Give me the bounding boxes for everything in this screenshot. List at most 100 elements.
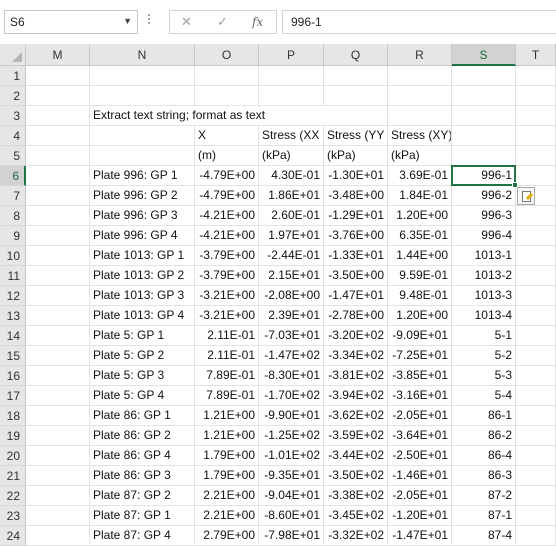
cell[interactable] bbox=[26, 166, 90, 186]
formula-input-value[interactable]: 996-1 bbox=[291, 15, 322, 29]
id-cell[interactable]: 5-2 bbox=[452, 346, 516, 366]
cell[interactable] bbox=[516, 66, 556, 86]
stress-xy-cell[interactable]: 1.84E-01 bbox=[388, 186, 452, 206]
stress-yy-cell[interactable]: -1.33E+01 bbox=[324, 246, 388, 266]
stress-yy-cell[interactable]: -1.30E+01 bbox=[324, 166, 388, 186]
cell[interactable] bbox=[516, 446, 556, 466]
stress-xy-cell[interactable]: 6.35E-01 bbox=[388, 226, 452, 246]
row-header-19[interactable]: 19 bbox=[0, 426, 26, 446]
x-value-cell[interactable]: 2.11E-01 bbox=[195, 326, 259, 346]
row-header-9[interactable]: 9 bbox=[0, 226, 26, 246]
stress-xy-cell[interactable]: 1.44E+00 bbox=[388, 246, 452, 266]
column-header-m[interactable]: M bbox=[26, 44, 90, 66]
plate-label-cell[interactable]: Plate 1013: GP 1 bbox=[90, 246, 195, 266]
stress-xx-cell[interactable]: -1.25E+02 bbox=[259, 426, 324, 446]
cell[interactable] bbox=[26, 266, 90, 286]
stress-xx-cell[interactable]: 1.86E+01 bbox=[259, 186, 324, 206]
row-header-14[interactable]: 14 bbox=[0, 326, 26, 346]
stress-yy-cell[interactable]: -2.78E+00 bbox=[324, 306, 388, 326]
stress-xy-cell[interactable]: -1.20E+01 bbox=[388, 506, 452, 526]
cell[interactable] bbox=[90, 126, 195, 146]
stress-xx-cell[interactable]: 1.97E+01 bbox=[259, 226, 324, 246]
cell[interactable] bbox=[516, 426, 556, 446]
row-header-3[interactable]: 3 bbox=[0, 106, 26, 126]
cell[interactable] bbox=[26, 306, 90, 326]
cell[interactable] bbox=[26, 326, 90, 346]
stress-xy-cell[interactable]: -3.85E+01 bbox=[388, 366, 452, 386]
unit-label-r[interactable]: (kPa) bbox=[388, 146, 452, 166]
plate-label-cell[interactable]: Plate 5: GP 4 bbox=[90, 386, 195, 406]
cell[interactable] bbox=[516, 346, 556, 366]
x-value-cell[interactable]: 2.21E+00 bbox=[195, 486, 259, 506]
cell[interactable] bbox=[516, 206, 556, 226]
id-cell[interactable]: 5-1 bbox=[452, 326, 516, 346]
row-header-6[interactable]: 6 bbox=[0, 166, 26, 186]
id-cell[interactable]: 996-2 bbox=[452, 186, 516, 206]
cell[interactable] bbox=[516, 386, 556, 406]
x-value-cell[interactable]: -4.21E+00 bbox=[195, 226, 259, 246]
x-value-cell[interactable]: -3.21E+00 bbox=[195, 286, 259, 306]
x-value-cell[interactable]: 7.89E-01 bbox=[195, 366, 259, 386]
cell[interactable] bbox=[388, 66, 452, 86]
title-cell[interactable]: Extract text string; format as text bbox=[90, 106, 350, 126]
row-header-2[interactable]: 2 bbox=[0, 86, 26, 106]
cell[interactable] bbox=[26, 346, 90, 366]
cell[interactable] bbox=[516, 86, 556, 106]
plate-label-cell[interactable]: Plate 996: GP 2 bbox=[90, 186, 195, 206]
cell[interactable] bbox=[195, 86, 259, 106]
cell[interactable] bbox=[516, 366, 556, 386]
plate-label-cell[interactable]: Plate 86: GP 1 bbox=[90, 406, 195, 426]
stress-yy-cell[interactable]: -3.94E+02 bbox=[324, 386, 388, 406]
cell[interactable] bbox=[90, 86, 195, 106]
x-value-cell[interactable]: 2.11E-01 bbox=[195, 346, 259, 366]
cell[interactable] bbox=[26, 106, 90, 126]
row-header-12[interactable]: 12 bbox=[0, 286, 26, 306]
stress-yy-cell[interactable]: -3.20E+02 bbox=[324, 326, 388, 346]
cell[interactable] bbox=[516, 106, 556, 126]
row-header-15[interactable]: 15 bbox=[0, 346, 26, 366]
cell[interactable] bbox=[324, 66, 388, 86]
x-value-cell[interactable]: -4.21E+00 bbox=[195, 206, 259, 226]
cell[interactable] bbox=[516, 226, 556, 246]
id-cell[interactable]: 87-1 bbox=[452, 506, 516, 526]
id-cell[interactable]: 1013-3 bbox=[452, 286, 516, 306]
stress-yy-cell[interactable]: -3.76E+00 bbox=[324, 226, 388, 246]
x-value-cell[interactable]: 7.89E-01 bbox=[195, 386, 259, 406]
column-header-o[interactable]: O bbox=[195, 44, 259, 66]
stress-yy-cell[interactable]: -3.50E+00 bbox=[324, 266, 388, 286]
id-cell[interactable]: 86-1 bbox=[452, 406, 516, 426]
cell[interactable] bbox=[452, 86, 516, 106]
name-box[interactable]: S6 ▼ bbox=[4, 10, 138, 34]
more-options-icon[interactable] bbox=[147, 12, 151, 32]
x-value-cell[interactable]: -3.79E+00 bbox=[195, 266, 259, 286]
cell[interactable] bbox=[26, 186, 90, 206]
x-value-cell[interactable]: -4.79E+00 bbox=[195, 166, 259, 186]
row-header-13[interactable]: 13 bbox=[0, 306, 26, 326]
cell[interactable] bbox=[516, 166, 556, 186]
cell[interactable] bbox=[516, 306, 556, 326]
stress-xx-cell[interactable]: -9.04E+01 bbox=[259, 486, 324, 506]
cell[interactable] bbox=[452, 106, 516, 126]
cell[interactable] bbox=[516, 126, 556, 146]
stress-xy-cell[interactable]: -9.09E+01 bbox=[388, 326, 452, 346]
stress-xy-cell[interactable]: -3.64E+01 bbox=[388, 426, 452, 446]
id-cell[interactable]: 996-3 bbox=[452, 206, 516, 226]
name-box-value[interactable]: S6 bbox=[10, 15, 25, 29]
plate-label-cell[interactable]: Plate 996: GP 1 bbox=[90, 166, 195, 186]
row-header-8[interactable]: 8 bbox=[0, 206, 26, 226]
cell[interactable] bbox=[26, 386, 90, 406]
stress-yy-cell[interactable]: -3.48E+00 bbox=[324, 186, 388, 206]
x-value-cell[interactable]: -3.21E+00 bbox=[195, 306, 259, 326]
column-header-s[interactable]: S bbox=[452, 44, 516, 66]
row-header-20[interactable]: 20 bbox=[0, 446, 26, 466]
formula-input[interactable]: 996-1 bbox=[282, 10, 556, 34]
id-cell[interactable]: 996-1 bbox=[452, 166, 516, 186]
plate-label-cell[interactable]: Plate 1013: GP 2 bbox=[90, 266, 195, 286]
row-header-11[interactable]: 11 bbox=[0, 266, 26, 286]
id-cell[interactable]: 86-2 bbox=[452, 426, 516, 446]
x-value-cell[interactable]: -3.79E+00 bbox=[195, 246, 259, 266]
cell[interactable] bbox=[516, 146, 556, 166]
stress-xy-cell[interactable]: 1.20E+00 bbox=[388, 206, 452, 226]
plate-label-cell[interactable]: Plate 1013: GP 3 bbox=[90, 286, 195, 306]
column-header-p[interactable]: P bbox=[259, 44, 324, 66]
